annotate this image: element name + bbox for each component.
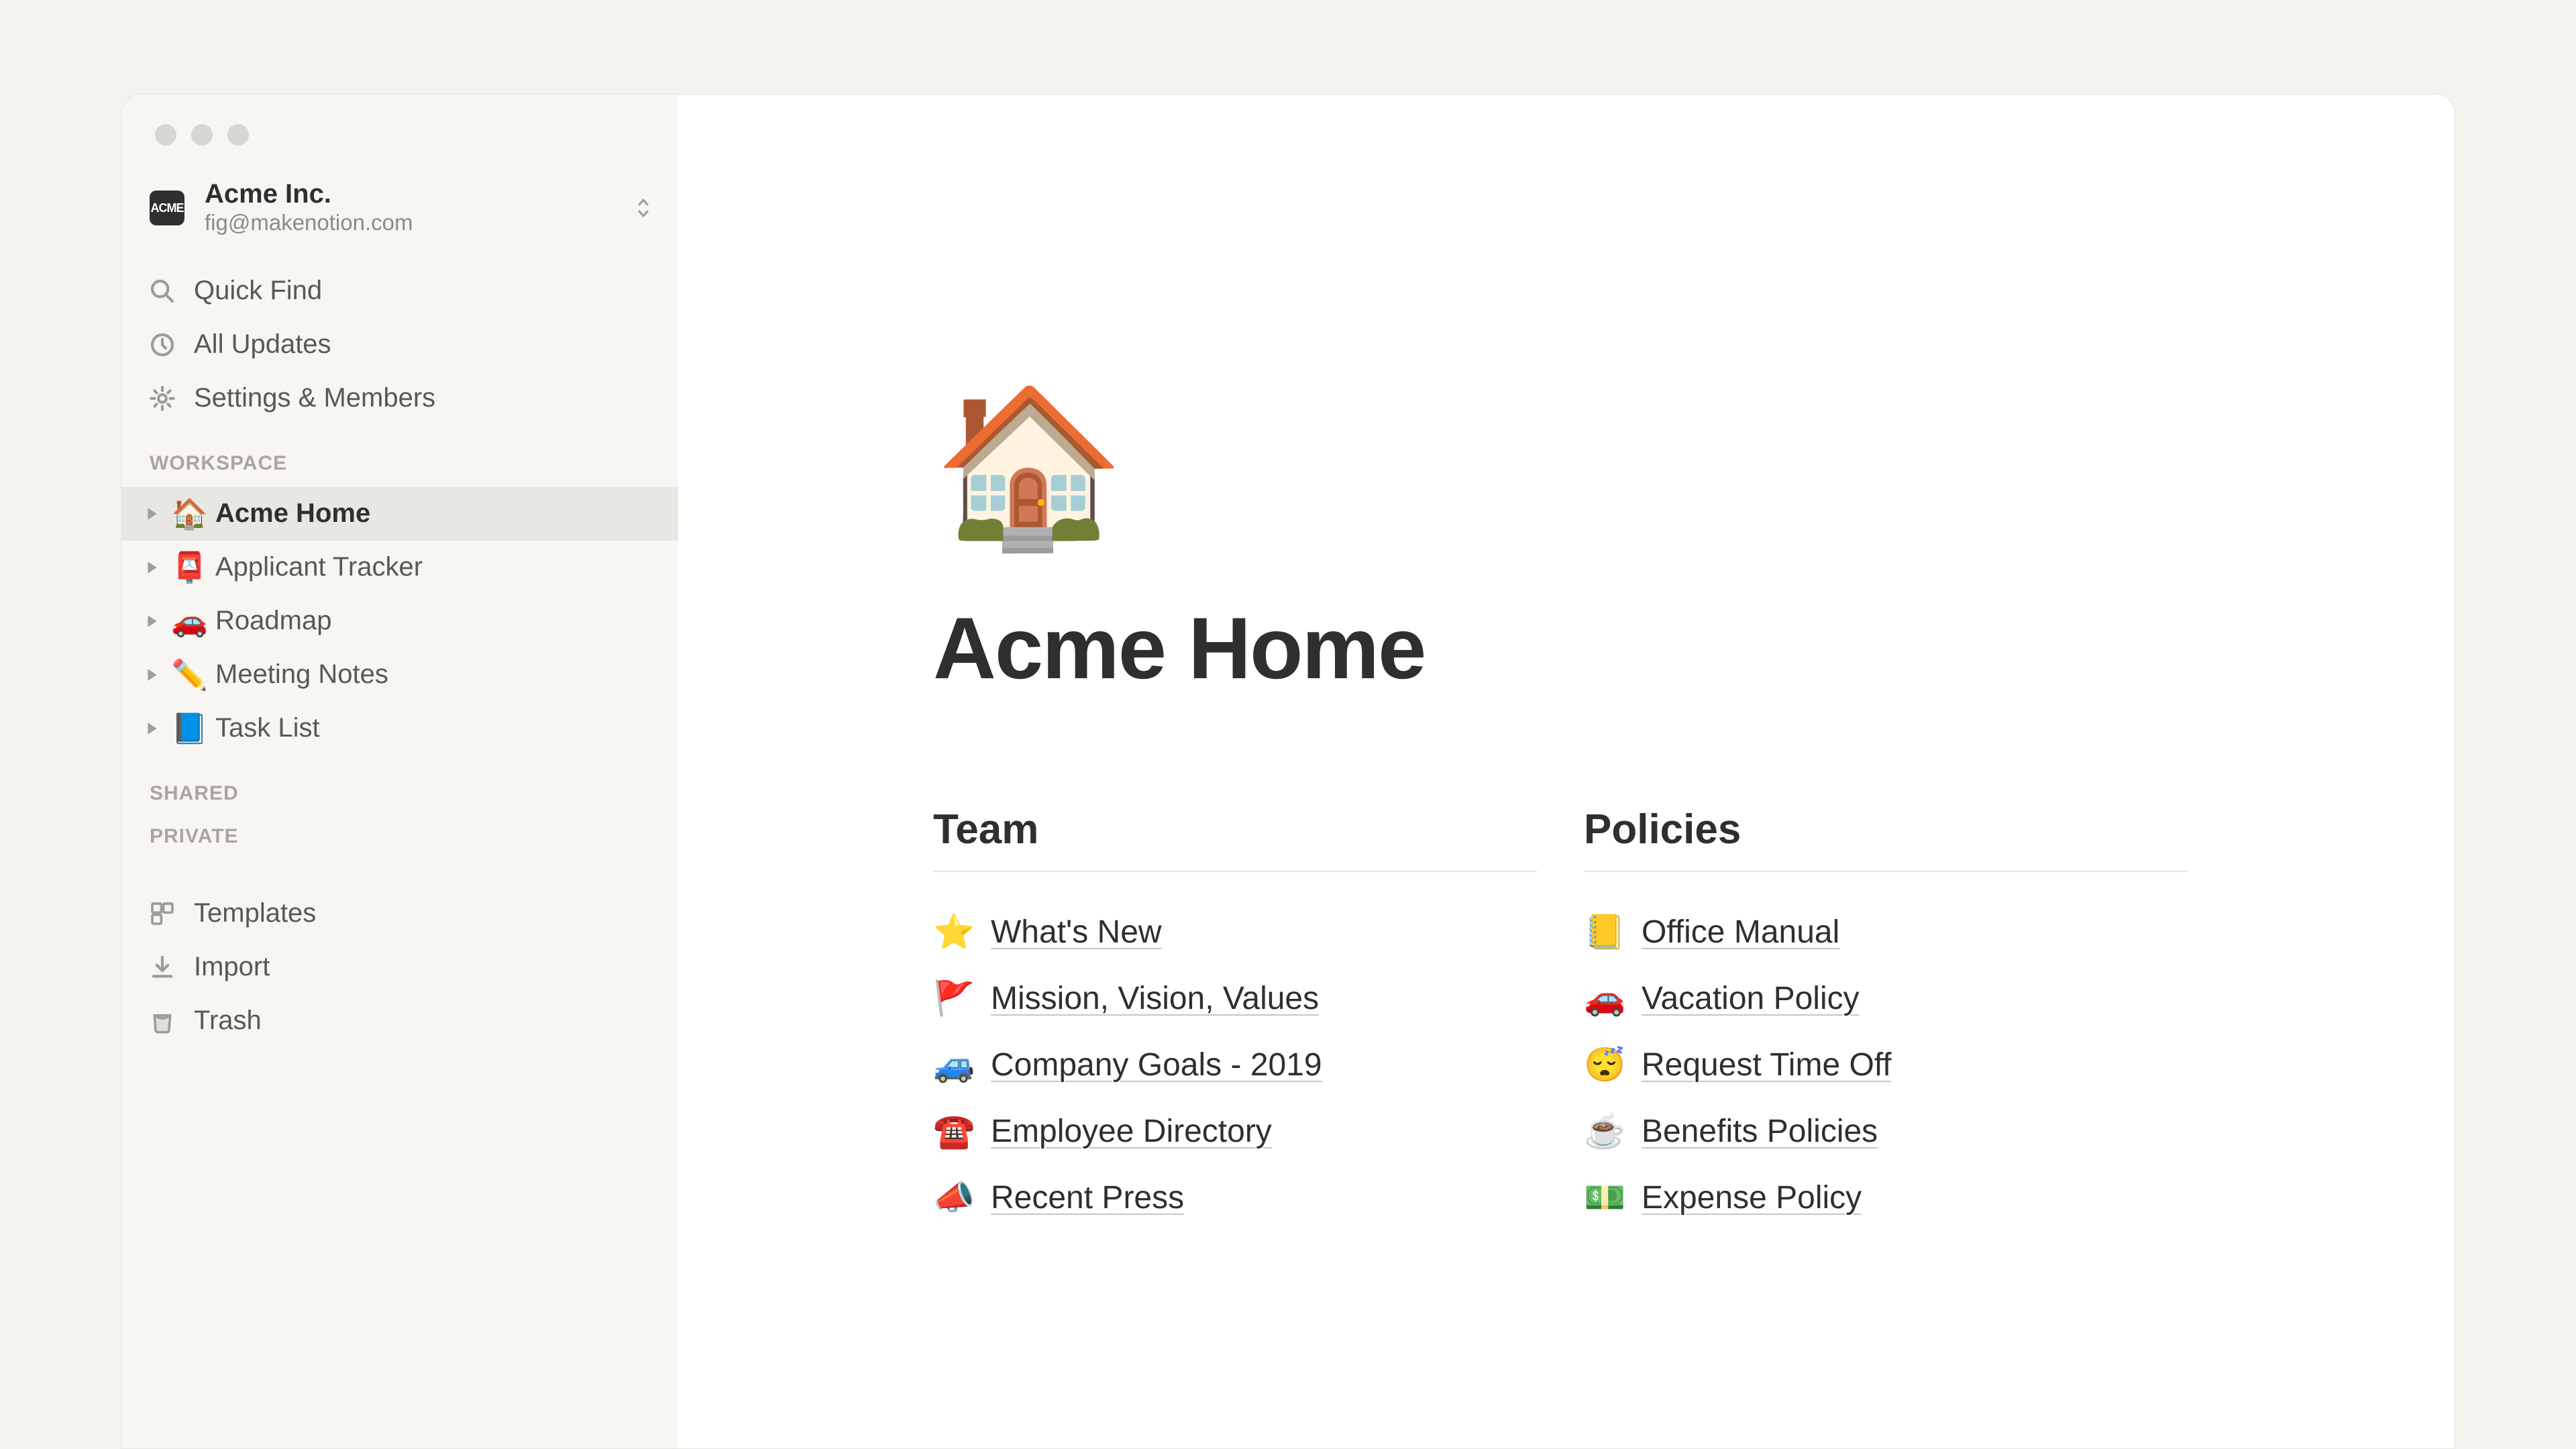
close-window-button[interactable]: [155, 124, 176, 146]
all-updates-button[interactable]: All Updates: [121, 318, 678, 372]
column-heading: Team: [933, 806, 1537, 872]
page-link[interactable]: 🚗 Vacation Policy: [1584, 965, 2188, 1032]
page-content: 🏠 Acme Home Team ⭐ What's New 🚩 Mission, Vis…: [678, 95, 2455, 1231]
page-columns: Team ⭐ What's New 🚩 Mission, Vision, Values 🚙…: [933, 806, 2455, 1231]
sidebar-page-item[interactable]: 📘 Task List: [121, 702, 678, 755]
disclosure-triangle-icon[interactable]: [142, 506, 163, 521]
workspace-switcher[interactable]: ACME Acme Inc. fig@makenotion.com: [121, 179, 678, 264]
sidebar-page-item[interactable]: ✏️ Meeting Notes: [121, 648, 678, 702]
zoom-window-button[interactable]: [227, 124, 249, 146]
page-emoji-icon: 📘: [171, 711, 207, 746]
quick-find-button[interactable]: Quick Find: [121, 264, 678, 318]
page-column: Team ⭐ What's New 🚩 Mission, Vision, Values 🚙…: [933, 806, 1537, 1231]
sidebar-bottom-nav: Templates Import Trash: [121, 860, 678, 1048]
trash-button[interactable]: Trash: [121, 994, 678, 1048]
disclosure-triangle-icon[interactable]: [142, 667, 163, 682]
chevron-up-down-icon: [635, 197, 651, 219]
page-link[interactable]: 💵 Expense Policy: [1584, 1165, 2188, 1231]
page-emoji-icon: 🏠: [171, 496, 207, 531]
sidebar-page-item[interactable]: 🚗 Roadmap: [121, 594, 678, 648]
page-label: Acme Home: [215, 498, 665, 529]
page-emoji-icon: ✏️: [171, 657, 207, 692]
download-icon: [148, 953, 176, 981]
link-label: Expense Policy: [1642, 1179, 1862, 1216]
page-label: Task List: [215, 713, 665, 743]
shared-section-header: SHARED: [121, 755, 678, 817]
page-column: Policies 📒 Office Manual 🚗 Vacation Policy 😴 R…: [1584, 806, 2188, 1231]
page-label: Meeting Notes: [215, 659, 665, 690]
page-link[interactable]: 😴 Request Time Off: [1584, 1032, 2188, 1098]
sidebar-page-item[interactable]: 📮 Applicant Tracker: [121, 541, 678, 594]
page-link[interactable]: ☕ Benefits Policies: [1584, 1098, 2188, 1165]
link-emoji-icon: 😴: [1584, 1045, 1627, 1085]
import-button[interactable]: Import: [121, 941, 678, 994]
column-heading: Policies: [1584, 806, 2188, 872]
sidebar: ACME Acme Inc. fig@makenotion.com Quick …: [121, 95, 678, 1448]
workspace-info: Acme Inc. fig@makenotion.com: [205, 179, 635, 237]
link-label: Employee Directory: [991, 1113, 1272, 1150]
trash-icon: [148, 1007, 176, 1035]
page-emoji-icon: 🚗: [171, 604, 207, 639]
disclosure-triangle-icon[interactable]: [142, 721, 163, 736]
page-link[interactable]: 📒 Office Manual: [1584, 899, 2188, 965]
page-label: Roadmap: [215, 606, 665, 636]
quick-find-label: Quick Find: [194, 276, 322, 306]
page-icon[interactable]: 🏠: [933, 390, 2455, 544]
disclosure-triangle-icon[interactable]: [142, 614, 163, 629]
link-label: Recent Press: [991, 1179, 1184, 1216]
main-content: 🏠 Acme Home Team ⭐ What's New 🚩 Mission, Vis…: [678, 95, 2455, 1448]
disclosure-triangle-icon[interactable]: [142, 560, 163, 575]
clock-icon: [148, 331, 176, 359]
settings-members-button[interactable]: Settings & Members: [121, 372, 678, 425]
templates-button[interactable]: Templates: [121, 887, 678, 941]
page-title[interactable]: Acme Home: [933, 598, 2455, 698]
link-emoji-icon: 💵: [1584, 1178, 1627, 1218]
sidebar-page-item[interactable]: 🏠 Acme Home: [121, 487, 678, 541]
link-emoji-icon: ☎️: [933, 1112, 976, 1151]
page-link[interactable]: 🚙 Company Goals - 2019: [933, 1032, 1537, 1098]
settings-label: Settings & Members: [194, 383, 435, 413]
app-window: ACME Acme Inc. fig@makenotion.com Quick …: [121, 94, 2455, 1449]
templates-icon: [148, 900, 176, 928]
link-label: Mission, Vision, Values: [991, 980, 1319, 1017]
link-emoji-icon: 🚙: [933, 1045, 976, 1085]
workspace-email: fig@makenotion.com: [205, 209, 635, 237]
link-label: Vacation Policy: [1642, 980, 1860, 1017]
link-emoji-icon: 📒: [1584, 912, 1627, 952]
page-label: Applicant Tracker: [215, 552, 665, 582]
link-label: Company Goals - 2019: [991, 1046, 1322, 1083]
link-label: Office Manual: [1642, 914, 1839, 951]
link-emoji-icon: 📣: [933, 1178, 976, 1218]
workspace-logo: ACME: [150, 191, 184, 225]
link-emoji-icon: 🚗: [1584, 979, 1627, 1018]
workspace-section-header: WORKSPACE: [121, 425, 678, 487]
link-label: What's New: [991, 914, 1162, 951]
trash-label: Trash: [194, 1006, 262, 1036]
page-link[interactable]: ⭐ What's New: [933, 899, 1537, 965]
workspace-name: Acme Inc.: [205, 179, 635, 209]
page-link[interactable]: ☎️ Employee Directory: [933, 1098, 1537, 1165]
link-emoji-icon: ☕: [1584, 1112, 1627, 1151]
page-emoji-icon: 📮: [171, 550, 207, 585]
link-label: Request Time Off: [1642, 1046, 1892, 1083]
all-updates-label: All Updates: [194, 329, 331, 360]
search-icon: [148, 277, 176, 305]
gear-icon: [148, 384, 176, 413]
pages-list: 🏠 Acme Home 📮 Applicant Tracker 🚗 Roadmap ✏️ Me…: [121, 487, 678, 755]
link-emoji-icon: ⭐: [933, 912, 976, 952]
import-label: Import: [194, 952, 270, 982]
window-controls: [121, 115, 678, 179]
minimize-window-button[interactable]: [191, 124, 213, 146]
link-emoji-icon: 🚩: [933, 979, 976, 1018]
page-link[interactable]: 🚩 Mission, Vision, Values: [933, 965, 1537, 1032]
private-section-header: PRIVATE: [121, 817, 678, 860]
link-label: Benefits Policies: [1642, 1113, 1878, 1150]
page-link[interactable]: 📣 Recent Press: [933, 1165, 1537, 1231]
templates-label: Templates: [194, 898, 316, 928]
